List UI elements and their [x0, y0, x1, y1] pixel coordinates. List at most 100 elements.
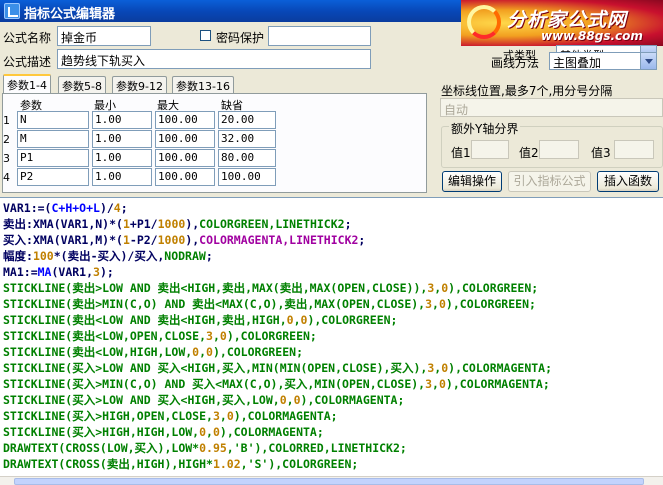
- code-token: ,: [219, 409, 227, 423]
- y-value-1-input[interactable]: [471, 140, 509, 159]
- code-token: STICKLINE(买入>HIGH,HIGH,LOW,: [3, 425, 200, 439]
- code-line: MA1:=MA(VAR1,3);: [3, 264, 114, 280]
- param-min-cell[interactable]: 1.00: [92, 149, 152, 167]
- code-token: DRAWTEXT(CROSS(卖出,HIGH),HIGH*: [3, 457, 213, 471]
- param-row-num: 1: [3, 114, 10, 127]
- code-token: 1000: [157, 233, 186, 247]
- param-name-cell[interactable]: M: [17, 130, 89, 148]
- code-token: XMA: [32, 233, 54, 247]
- code-token: COLORGREEN,LINETHICK2: [199, 217, 345, 231]
- code-token: XMA: [32, 217, 54, 231]
- param-max-cell[interactable]: 100.00: [155, 149, 215, 167]
- code-token: STICKLINE(买入>LOW AND 买入<HIGH,买入,LOW,: [3, 393, 280, 407]
- code-line: STICKLINE(卖出<LOW,OPEN,CLOSE,3,0),COLORGR…: [3, 328, 317, 344]
- param-max-cell[interactable]: 100.00: [155, 111, 215, 129]
- formula-name-input[interactable]: 掉金币: [57, 26, 151, 46]
- tab-params-9-12[interactable]: 参数9-12: [112, 76, 167, 93]
- code-token: 0: [438, 377, 446, 391]
- code-token: 买入:: [3, 233, 33, 247]
- code-token: DRAWTEXT(CROSS(LOW,买入),LOW*: [3, 441, 200, 455]
- code-token: ),COLORMAGENTA;: [445, 377, 550, 391]
- param-name-cell[interactable]: P1: [17, 149, 89, 167]
- code-token: ,: [212, 329, 220, 343]
- import-formula-button[interactable]: 引入指标公式: [508, 171, 591, 192]
- code-token: 0: [279, 393, 287, 407]
- param-max-cell[interactable]: 100.00: [155, 168, 215, 186]
- code-token: ;: [120, 201, 128, 215]
- code-token: ),: [185, 233, 200, 247]
- param-name-cell[interactable]: N: [17, 111, 89, 129]
- logo-name: 分析家公式网: [507, 9, 628, 31]
- param-default-cell[interactable]: 100.00: [218, 168, 276, 186]
- code-token: 0: [219, 329, 227, 343]
- password-input[interactable]: [268, 26, 371, 46]
- param-row-num: 3: [3, 152, 10, 165]
- code-token: 0: [206, 345, 213, 359]
- code-token: (VAR1,: [51, 265, 94, 279]
- tab-params-1-4[interactable]: 参数1-4: [3, 74, 51, 94]
- param-min-cell[interactable]: 1.00: [92, 111, 152, 129]
- tab-params-5-8[interactable]: 参数5-8: [58, 76, 106, 93]
- code-line: VAR1:=(C+H+O+L)/4;: [3, 200, 128, 216]
- logo-swirl-icon: [467, 5, 501, 39]
- param-default-cell[interactable]: 32.00: [218, 130, 276, 148]
- code-token: 0: [286, 313, 294, 327]
- code-token: ;: [205, 249, 213, 263]
- formula-name-label: 公式名称: [3, 31, 52, 45]
- param-default-cell[interactable]: 20.00: [218, 111, 276, 129]
- edit-operation-button[interactable]: 编辑操作: [442, 171, 502, 192]
- formula-desc-label: 公式描述: [3, 55, 52, 69]
- code-token: 3: [425, 297, 433, 311]
- horizontal-scrollbar[interactable]: [0, 476, 663, 485]
- code-token: STICKLINE(卖出<LOW AND 卖出<HIGH,卖出,HIGH,: [3, 313, 287, 327]
- formula-code-editor[interactable]: VAR1:=(C+H+O+L)/4; 卖出:XMA(VAR1,N)*(1+P1/1…: [0, 197, 663, 476]
- draw-method-label: 画线方法: [491, 56, 540, 70]
- code-token: -P2/: [129, 233, 158, 247]
- code-token: 3: [212, 409, 220, 423]
- coord-input[interactable]: 自动: [440, 98, 663, 117]
- code-token: STICKLINE(卖出<LOW,OPEN,CLOSE,: [3, 329, 207, 343]
- password-label: 密码保护: [216, 31, 265, 45]
- code-line: 买入:XMA(VAR1,M)*(1-P2/1000),COLORMAGENTA,…: [3, 232, 365, 248]
- code-line: STICKLINE(卖出>MIN(C,O) AND 卖出<MAX(C,O),卖出…: [3, 296, 536, 312]
- code-token: 0: [199, 425, 207, 439]
- code-line: DRAWTEXT(CROSS(LOW,买入),LOW*0.95,'B'),COL…: [3, 440, 407, 456]
- code-token: 0: [293, 393, 301, 407]
- scrollbar-thumb[interactable]: [14, 478, 644, 485]
- code-token: ;: [344, 217, 352, 231]
- code-token: 3: [93, 265, 100, 279]
- param-max-cell[interactable]: 100.00: [155, 130, 215, 148]
- insert-function-button[interactable]: 插入函数: [597, 171, 659, 192]
- code-token: (VAR1,N)*(: [53, 217, 123, 231]
- param-min-cell[interactable]: 1.00: [92, 130, 152, 148]
- param-name-cell[interactable]: P2: [17, 168, 89, 186]
- param-row-num: 4: [3, 171, 10, 184]
- param-min-cell[interactable]: 1.00: [92, 168, 152, 186]
- code-line: STICKLINE(买入>LOW AND 买入<HIGH,买入,LOW,0,0)…: [3, 392, 404, 408]
- code-line: STICKLINE(买入>HIGH,OPEN,CLOSE,3,0),COLORM…: [3, 408, 338, 424]
- code-token: 3: [206, 329, 213, 343]
- tab-params-13-16[interactable]: 参数13-16: [172, 76, 234, 93]
- y-value-3-input[interactable]: [614, 140, 654, 159]
- code-token: 0: [438, 297, 446, 311]
- code-token: ,: [432, 377, 439, 391]
- code-token: ),COLORMAGENTA;: [219, 425, 324, 439]
- chevron-down-icon[interactable]: [640, 53, 656, 69]
- code-token: STICKLINE(卖出>MIN(C,O) AND 卖出<MAX(C,O),卖出…: [3, 297, 426, 311]
- coord-label: 坐标线位置,最多7个,用分号分隔: [441, 84, 613, 98]
- site-logo: 分析家公式网 www.88gs.com: [461, 0, 663, 46]
- logo-url: www.88gs.com: [541, 29, 643, 43]
- code-token: 1.02: [212, 457, 241, 471]
- password-checkbox[interactable]: [200, 30, 211, 41]
- formula-desc-input[interactable]: 趋势线下轨买入: [57, 49, 371, 69]
- draw-method-select[interactable]: 主图叠加: [549, 52, 657, 70]
- param-default-cell[interactable]: 80.00: [218, 149, 276, 167]
- y-value-2-input[interactable]: [539, 140, 579, 159]
- code-line: STICKLINE(买入>MIN(C,O) AND 买入<MAX(C,O),买入…: [3, 376, 550, 392]
- code-token: STICKLINE(卖出<LOW,HIGH,LOW,: [3, 345, 193, 359]
- y-axis-group-title: 额外Y轴分界: [449, 120, 521, 137]
- code-token: );: [99, 265, 114, 279]
- code-token: ),COLORGREEN;: [445, 297, 536, 311]
- code-token: MA: [37, 265, 52, 279]
- draw-method-value: 主图叠加: [553, 56, 602, 70]
